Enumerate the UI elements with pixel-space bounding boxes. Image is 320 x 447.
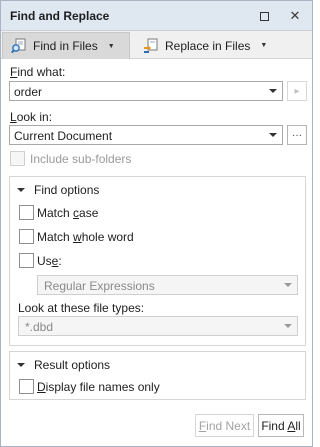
match-case-label: Match case (37, 206, 99, 220)
find-what-label: Find what: (10, 65, 66, 79)
file-types-combo[interactable]: *.dbd (18, 316, 298, 336)
find-options-group: Find options Match case Match whole word… (9, 176, 306, 346)
mode-tab-bar: Find in Files ▼ Replace in Files ▼ (1, 31, 312, 59)
find-options-title: Find options (34, 183, 100, 197)
chevron-down-icon[interactable] (269, 89, 277, 93)
ellipsis-icon: ··· (292, 129, 302, 141)
chevron-down-icon[interactable] (269, 133, 277, 137)
find-next-button[interactable]: Find Next (195, 414, 254, 437)
find-what-value: order (14, 85, 43, 99)
display-file-names-only-checkbox[interactable] (19, 379, 34, 394)
find-what-combo[interactable]: order (9, 81, 283, 101)
match-whole-word-checkbox[interactable] (19, 229, 34, 244)
use-type-combo[interactable]: Regular Expressions (37, 275, 298, 295)
result-options-group: Result options Display file names only (9, 351, 306, 400)
tab-replace-in-files[interactable]: Replace in Files ▼ (135, 32, 275, 59)
result-options-title: Result options (34, 358, 111, 372)
chevron-down-icon[interactable]: ▼ (260, 42, 267, 49)
find-all-button[interactable]: Find All (258, 414, 304, 437)
restore-icon (259, 11, 269, 21)
look-in-value: Current Document (14, 129, 113, 143)
find-and-replace-window: Find and Replace ✕ Find in Files ▼ Repla… (0, 0, 313, 447)
close-icon: ✕ (289, 8, 301, 23)
tab-replace-in-files-label: Replace in Files (165, 38, 251, 53)
look-in-label: Look in: (10, 110, 53, 124)
tab-find-in-files[interactable]: Find in Files ▼ (2, 32, 130, 59)
find-next-arrow-button[interactable]: ▸ (287, 81, 307, 101)
chevron-down-icon[interactable]: ▼ (108, 43, 115, 50)
file-types-label: Look at these file types: (18, 301, 145, 315)
collapse-icon (17, 188, 25, 192)
replace-in-files-icon (143, 38, 159, 54)
find-panel: Find what: order ▸ Look in: Current Docu… (1, 59, 312, 446)
tab-find-in-files-label: Find in Files (33, 39, 98, 53)
display-file-names-only-label: Display file names only (37, 380, 160, 394)
find-next-label: Find Next (198, 418, 251, 433)
include-subfolders-label: Include sub-folders (30, 152, 132, 166)
include-subfolders-checkbox[interactable] (10, 151, 25, 166)
match-case-checkbox[interactable] (19, 205, 34, 220)
use-label: Use: (37, 254, 62, 268)
restore-button[interactable] (255, 7, 273, 25)
collapse-icon (17, 363, 25, 367)
result-options-header[interactable]: Result options (17, 358, 110, 372)
find-options-header[interactable]: Find options (17, 183, 99, 197)
use-type-value: Regular Expressions (44, 279, 155, 293)
find-in-files-icon (11, 38, 27, 54)
match-whole-word-label: Match whole word (37, 230, 134, 244)
use-checkbox[interactable] (19, 253, 34, 268)
chevron-right-icon: ▸ (294, 85, 300, 97)
close-button[interactable]: ✕ (286, 7, 304, 25)
window-title: Find and Replace (10, 9, 110, 23)
file-types-value: *.dbd (25, 320, 54, 334)
find-all-label: Find All (261, 418, 301, 433)
browse-button[interactable]: ··· (287, 125, 307, 145)
look-in-combo[interactable]: Current Document (9, 125, 283, 145)
chevron-down-icon[interactable] (284, 283, 292, 287)
title-bar: Find and Replace ✕ (1, 1, 312, 31)
chevron-down-icon[interactable] (284, 324, 292, 328)
